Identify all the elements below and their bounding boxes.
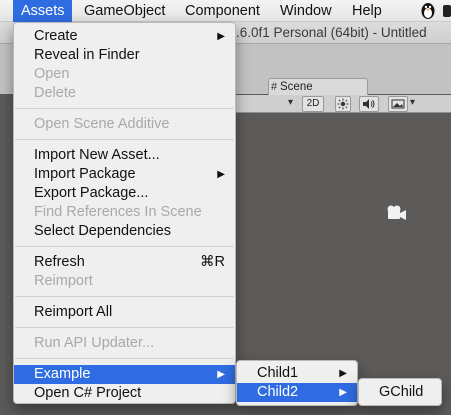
tab-scene[interactable]: # Scene [268, 78, 368, 95]
submenu-arrow-icon: ▶ [217, 169, 225, 180]
menu-item-export-package[interactable]: Export Package... [14, 184, 235, 203]
menu-item-import-package-label: Import Package [34, 166, 136, 182]
menu-separator [15, 139, 234, 140]
menu-item-open: Open [34, 66, 70, 82]
penguin-icon[interactable] [418, 2, 438, 20]
menu-bar: Assets GameObject Component Window Help [0, 0, 451, 22]
menu-item-reveal-in-finder[interactable]: Reveal in Finder [14, 46, 235, 65]
menu-help[interactable]: Help [352, 0, 382, 22]
menu-separator [15, 246, 234, 247]
speaker-icon[interactable] [359, 96, 379, 112]
menu-item-refresh-label: Refresh [34, 254, 85, 270]
menu-assets[interactable]: Assets [13, 0, 72, 22]
menu-separator [15, 296, 234, 297]
refresh-shortcut: ⌘R [200, 254, 225, 270]
hash-icon: # [271, 81, 278, 93]
menu-item-create-label: Create [34, 28, 78, 44]
menu-extra-icon[interactable] [442, 2, 451, 20]
menu-item-refresh[interactable]: Refresh ⌘R [14, 253, 235, 272]
menu-item-reimport-all[interactable]: Reimport All [14, 303, 235, 322]
menu-item-reimport: Reimport [34, 273, 93, 289]
menu-item-select-dependencies[interactable]: Select Dependencies [14, 222, 235, 241]
menu-separator [15, 327, 234, 328]
child2-submenu: GChild [358, 378, 442, 406]
menu-item-delete: Delete [34, 85, 76, 101]
menu-item-find-references: Find References In Scene [34, 204, 202, 220]
menu-component[interactable]: Component [185, 0, 260, 22]
menu-item-run-api-updater: Run API Updater... [34, 335, 155, 351]
menu-item-example[interactable]: Example ▶ [14, 365, 235, 384]
menu-item-create[interactable]: Create ▶ [14, 27, 235, 46]
image-dropdown-arrow-icon[interactable]: ▾ [410, 97, 415, 108]
image-icon[interactable] [388, 96, 408, 112]
dropdown-arrow-icon[interactable]: ▾ [288, 97, 293, 108]
menu-separator [15, 358, 234, 359]
menu-item-child1-label: Child1 [257, 365, 299, 381]
menu-item-child1[interactable]: Child1 ▶ [237, 364, 357, 383]
assets-menu: Create ▶ Reveal in Finder Open Delete Op… [13, 22, 236, 404]
submenu-arrow-icon: ▶ [217, 369, 225, 380]
menu-separator [15, 108, 234, 109]
menu-item-example-label: Example [34, 366, 91, 382]
example-submenu: Child1 ▶ Child2 ▶ [236, 360, 358, 406]
menu-item-gchild[interactable]: GChild [359, 383, 441, 402]
camera-icon [387, 205, 406, 220]
menu-item-import-new-asset[interactable]: Import New Asset... [14, 146, 235, 165]
menu-item-child2[interactable]: Child2 ▶ [237, 383, 357, 402]
scene-toolbar: ▾ 2D ▾ [236, 95, 451, 113]
2d-toggle-button[interactable]: 2D [302, 96, 324, 112]
submenu-arrow-icon: ▶ [217, 31, 225, 42]
submenu-arrow-icon: ▶ [339, 368, 347, 379]
sun-icon[interactable] [335, 96, 351, 112]
menu-item-import-package[interactable]: Import Package ▶ [14, 165, 235, 184]
window-title: y 5.6.0f1 Personal (64bit) - Untitled [218, 25, 427, 40]
menu-gameobject[interactable]: GameObject [84, 0, 165, 22]
menu-item-child2-label: Child2 [257, 384, 299, 400]
submenu-arrow-icon: ▶ [339, 387, 347, 398]
tab-scene-label: Scene [280, 81, 313, 93]
menu-item-open-csharp-project[interactable]: Open C# Project [14, 384, 235, 403]
menu-window[interactable]: Window [280, 0, 332, 22]
menu-item-open-scene-additive: Open Scene Additive [34, 116, 170, 132]
